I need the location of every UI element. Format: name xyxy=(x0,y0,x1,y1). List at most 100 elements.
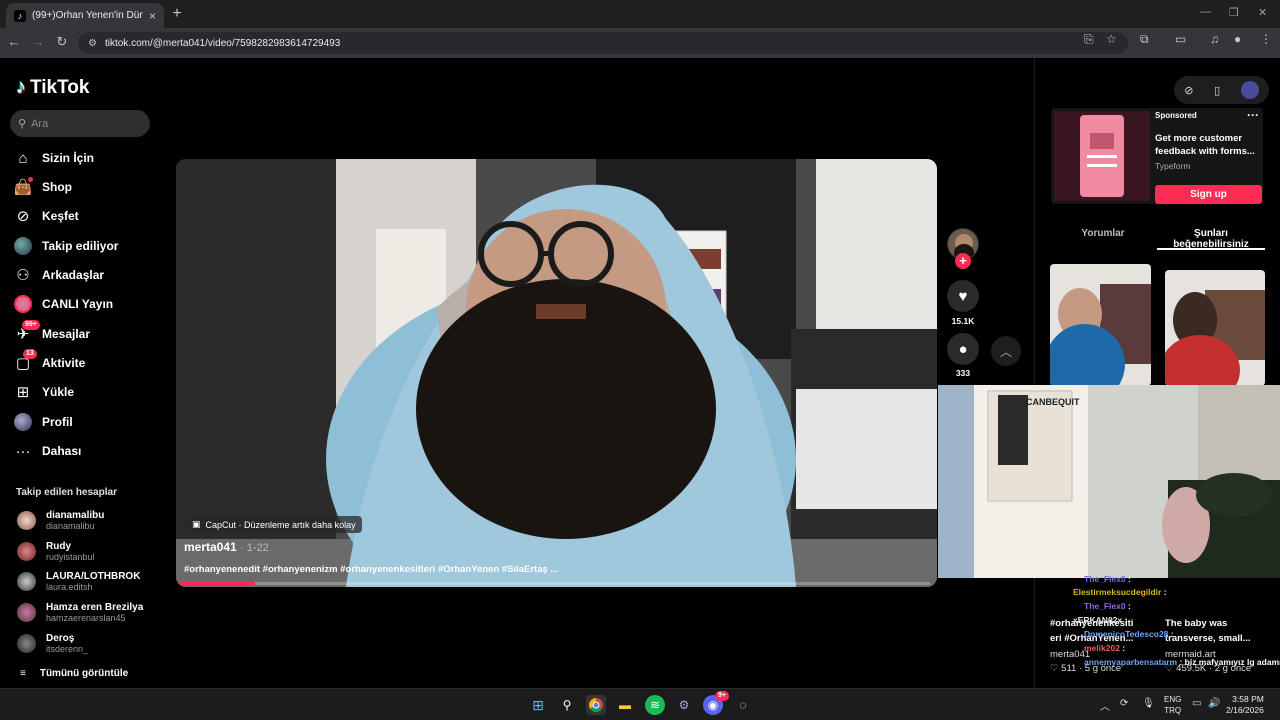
sponsored-ad[interactable]: Sponsored ··· Get more customer feedback… xyxy=(1051,108,1263,204)
following-account[interactable]: LAURA/LOTHBROK laura.editsh xyxy=(17,571,140,592)
video-progress-bar[interactable] xyxy=(180,582,930,585)
author-name: merta041 xyxy=(184,540,237,554)
nav-item-messages[interactable]: ✈ 99+ Mesajlar xyxy=(14,320,154,345)
bookmark-star-icon[interactable]: ☆ xyxy=(1106,32,1117,46)
media-control-icon[interactable]: ♫ xyxy=(1210,32,1219,46)
following-account[interactable]: Rudy rudyistanbul xyxy=(17,541,95,562)
reload-icon[interactable]: ↻ xyxy=(54,34,70,50)
close-tab-icon[interactable]: × xyxy=(149,9,156,23)
feed-caption-right[interactable]: The baby was xyxy=(1165,618,1227,629)
like-button[interactable]: ♥ xyxy=(947,280,979,312)
picture-in-picture-stream[interactable]: CANBEQUIT xyxy=(938,385,1280,578)
forward-icon[interactable]: → xyxy=(30,34,46,50)
minimize-icon[interactable]: — xyxy=(1200,6,1211,18)
avatar xyxy=(17,542,36,561)
tiktok-icon: ♪ xyxy=(14,9,26,22)
start-menu-icon[interactable]: ⊞ xyxy=(528,695,548,715)
search-icon[interactable]: ⚲ xyxy=(557,695,577,715)
tab-comments[interactable]: Yorumlar xyxy=(1049,228,1157,250)
site-info-icon[interactable]: ⚙ xyxy=(88,38,97,49)
nav-item-profile[interactable]: Profil xyxy=(14,411,154,433)
ad-more-icon[interactable]: ··· xyxy=(1247,108,1259,122)
file-explorer-icon[interactable]: ▬ xyxy=(615,695,635,715)
search-input[interactable] xyxy=(31,117,132,130)
video-hashtags[interactable]: #orhanyenenedit #orhanyenenizm #orhanyen… xyxy=(184,564,558,575)
nav-item-activity[interactable]: ▢ 13 Aktivite xyxy=(14,349,154,374)
nav-item-live[interactable]: CANLI Yayın xyxy=(14,293,154,315)
nav-item-more[interactable]: ··· Dahası xyxy=(14,440,154,462)
browser-menu-icon[interactable]: ⋮ xyxy=(1260,32,1272,46)
nav-item-for-you[interactable]: ⌂ Sizin İçin xyxy=(14,147,154,169)
nav-item-upload[interactable]: ⊞ Yükle xyxy=(14,381,154,403)
chat-line: annemyaparbensatarm : biz mafyamıyız lg … xyxy=(1084,657,1280,667)
capcut-label[interactable]: ▣ CapCut · Düzenleme artık daha kolay xyxy=(186,516,362,533)
nav-label: Profil xyxy=(42,415,73,429)
following-avatar-icon xyxy=(14,237,32,255)
video-player[interactable]: ▣ CapCut · Düzenleme artık daha kolay me… xyxy=(176,159,937,587)
install-app-icon[interactable]: ⎘ xyxy=(1084,32,1094,47)
following-account[interactable]: Deroş itsderenn_ xyxy=(17,633,88,654)
new-tab-button[interactable]: + xyxy=(170,5,184,23)
tiktok-logo[interactable]: ♪ TikTok xyxy=(16,76,89,99)
network-icon[interactable]: ▭ xyxy=(1192,698,1201,709)
nav-item-following[interactable]: Takip ediliyor xyxy=(14,235,154,257)
nav-item-shop[interactable]: 👜 Shop xyxy=(14,176,154,198)
profile-avatar-icon[interactable]: ● xyxy=(1234,32,1241,46)
back-icon[interactable]: ← xyxy=(6,34,22,50)
home-icon: ⌂ xyxy=(18,149,28,167)
search-icon: ⚲ xyxy=(18,118,27,130)
following-account[interactable]: Hamza eren Brezilya hamzaerenarslan45 xyxy=(17,602,143,623)
ad-image xyxy=(1054,111,1150,201)
tab-you-may-like[interactable]: Şunları beğenebilirsiniz xyxy=(1157,228,1265,250)
profile-avatar-icon[interactable] xyxy=(1240,81,1259,99)
nav-label: Dahası xyxy=(42,444,82,458)
browser-tab[interactable]: ♪ (99+)Orhan Yenen'in Dünyası × xyxy=(6,3,164,28)
following-account[interactable]: dianamalibu dianamalibu xyxy=(17,510,104,531)
like-count: 15.1K xyxy=(951,316,975,326)
suggested-video-thumbnail[interactable] xyxy=(1050,264,1151,386)
settings-icon[interactable]: ⚙ xyxy=(674,695,694,715)
comment-button[interactable]: ● xyxy=(947,333,979,365)
chat-line: Elestirmeksucdegildir : xyxy=(1073,587,1167,597)
account-handle: dianamalibu xyxy=(46,521,95,531)
ad-signup-button[interactable]: Sign up xyxy=(1155,185,1262,204)
mobile-icon[interactable]: ▯ xyxy=(1214,84,1220,97)
nav-item-explore[interactable]: ⊘ Keşfet xyxy=(14,205,154,227)
discord-icon[interactable]: ◉ 9+ xyxy=(703,691,729,715)
nav-label: Arkadaşlar xyxy=(42,268,105,282)
chrome-icon[interactable] xyxy=(586,695,606,715)
compass-icon[interactable]: ⊘ xyxy=(1184,84,1193,97)
address-bar[interactable]: ⚙ tiktok.com/@merta041/video/75982829836… xyxy=(78,32,1128,54)
discord-badge: 9+ xyxy=(715,691,729,701)
search-box[interactable]: ⚲ xyxy=(10,110,150,137)
feed-caption-right-2[interactable]: transverse, small... xyxy=(1165,633,1251,644)
cast-icon[interactable]: ▭ xyxy=(1175,32,1186,46)
follow-button[interactable]: + xyxy=(955,253,971,269)
extensions-icon[interactable]: ⧉ xyxy=(1140,32,1149,47)
previous-video-button[interactable]: ︿ xyxy=(991,336,1021,366)
chat-line: The_Flex0 : xyxy=(1084,601,1131,611)
shopping-bag-icon: 👜 xyxy=(13,177,33,196)
tray-chevron-icon[interactable]: ︿ xyxy=(1100,698,1110,713)
see-all-following-link[interactable]: ≡ Tümünü görüntüle xyxy=(20,668,128,679)
nav-item-friends[interactable]: ⚇ Arkadaşlar xyxy=(14,264,154,286)
tiktok-note-icon: ♪ xyxy=(16,76,26,98)
avatar xyxy=(17,634,36,653)
account-name: Deroş xyxy=(46,633,75,644)
close-window-icon[interactable]: ✕ xyxy=(1258,6,1267,19)
upload-icon: ⊞ xyxy=(16,384,30,401)
suggested-video-thumbnail[interactable] xyxy=(1165,270,1265,386)
restore-icon[interactable]: ❐ xyxy=(1229,6,1239,19)
spotify-icon[interactable]: ≋ xyxy=(645,695,665,715)
volume-icon[interactable]: 🔊 xyxy=(1208,698,1220,709)
language-indicator[interactable]: ENG TRQ xyxy=(1164,694,1181,716)
more-icon: ··· xyxy=(15,442,31,460)
tray-sync-icon[interactable]: ⟳ xyxy=(1120,698,1128,709)
microphone-icon[interactable]: 🎙 xyxy=(1142,698,1155,709)
video-progress-fill xyxy=(180,582,255,585)
profile-avatar-icon xyxy=(14,413,32,431)
app-icon[interactable]: ◌ xyxy=(733,695,753,715)
account-handle: hamzaerenarslan45 xyxy=(46,613,126,623)
system-clock[interactable]: 3:58 PM 2/16/2026 xyxy=(1226,694,1264,716)
video-author[interactable]: merta041 · 1-22 xyxy=(184,540,269,554)
